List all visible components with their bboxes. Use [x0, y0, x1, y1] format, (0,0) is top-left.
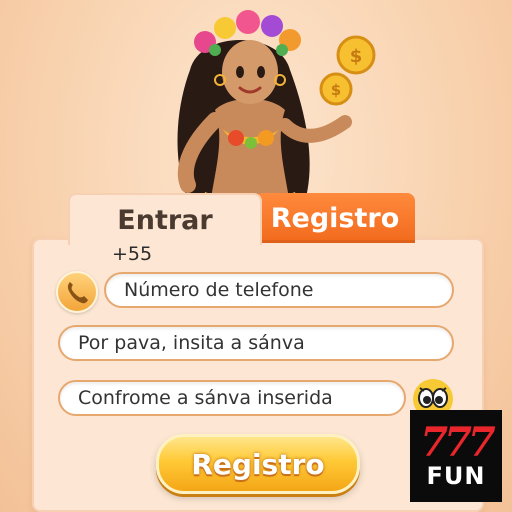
phone-input[interactable]: Número de telefone	[104, 272, 454, 308]
character-body	[210, 98, 290, 205]
tab-login[interactable]: Entrar	[68, 193, 262, 245]
svg-text:$: $	[331, 81, 341, 99]
confirm-placeholder: Confrome a sánva inserida	[78, 387, 333, 409]
confirm-password-input[interactable]: Confrome a sánva inserida	[58, 380, 406, 416]
phone-placeholder: Número de telefone	[124, 279, 314, 301]
register-button[interactable]: Registro	[156, 434, 360, 494]
password-input[interactable]: Por pava, insita a sánva	[58, 325, 454, 361]
logo-number: 777	[420, 419, 495, 466]
tab-register[interactable]: Registro	[255, 193, 415, 243]
coins: $ $	[319, 35, 376, 106]
svg-text:$: $	[350, 46, 363, 67]
brand-logo: 777 FUN	[410, 410, 502, 502]
character-face	[222, 40, 278, 104]
country-code[interactable]: +55	[112, 243, 152, 265]
password-placeholder: Por pava, insita a sánva	[78, 332, 305, 354]
logo-word: FUN	[426, 462, 486, 490]
phone-icon	[56, 271, 98, 313]
